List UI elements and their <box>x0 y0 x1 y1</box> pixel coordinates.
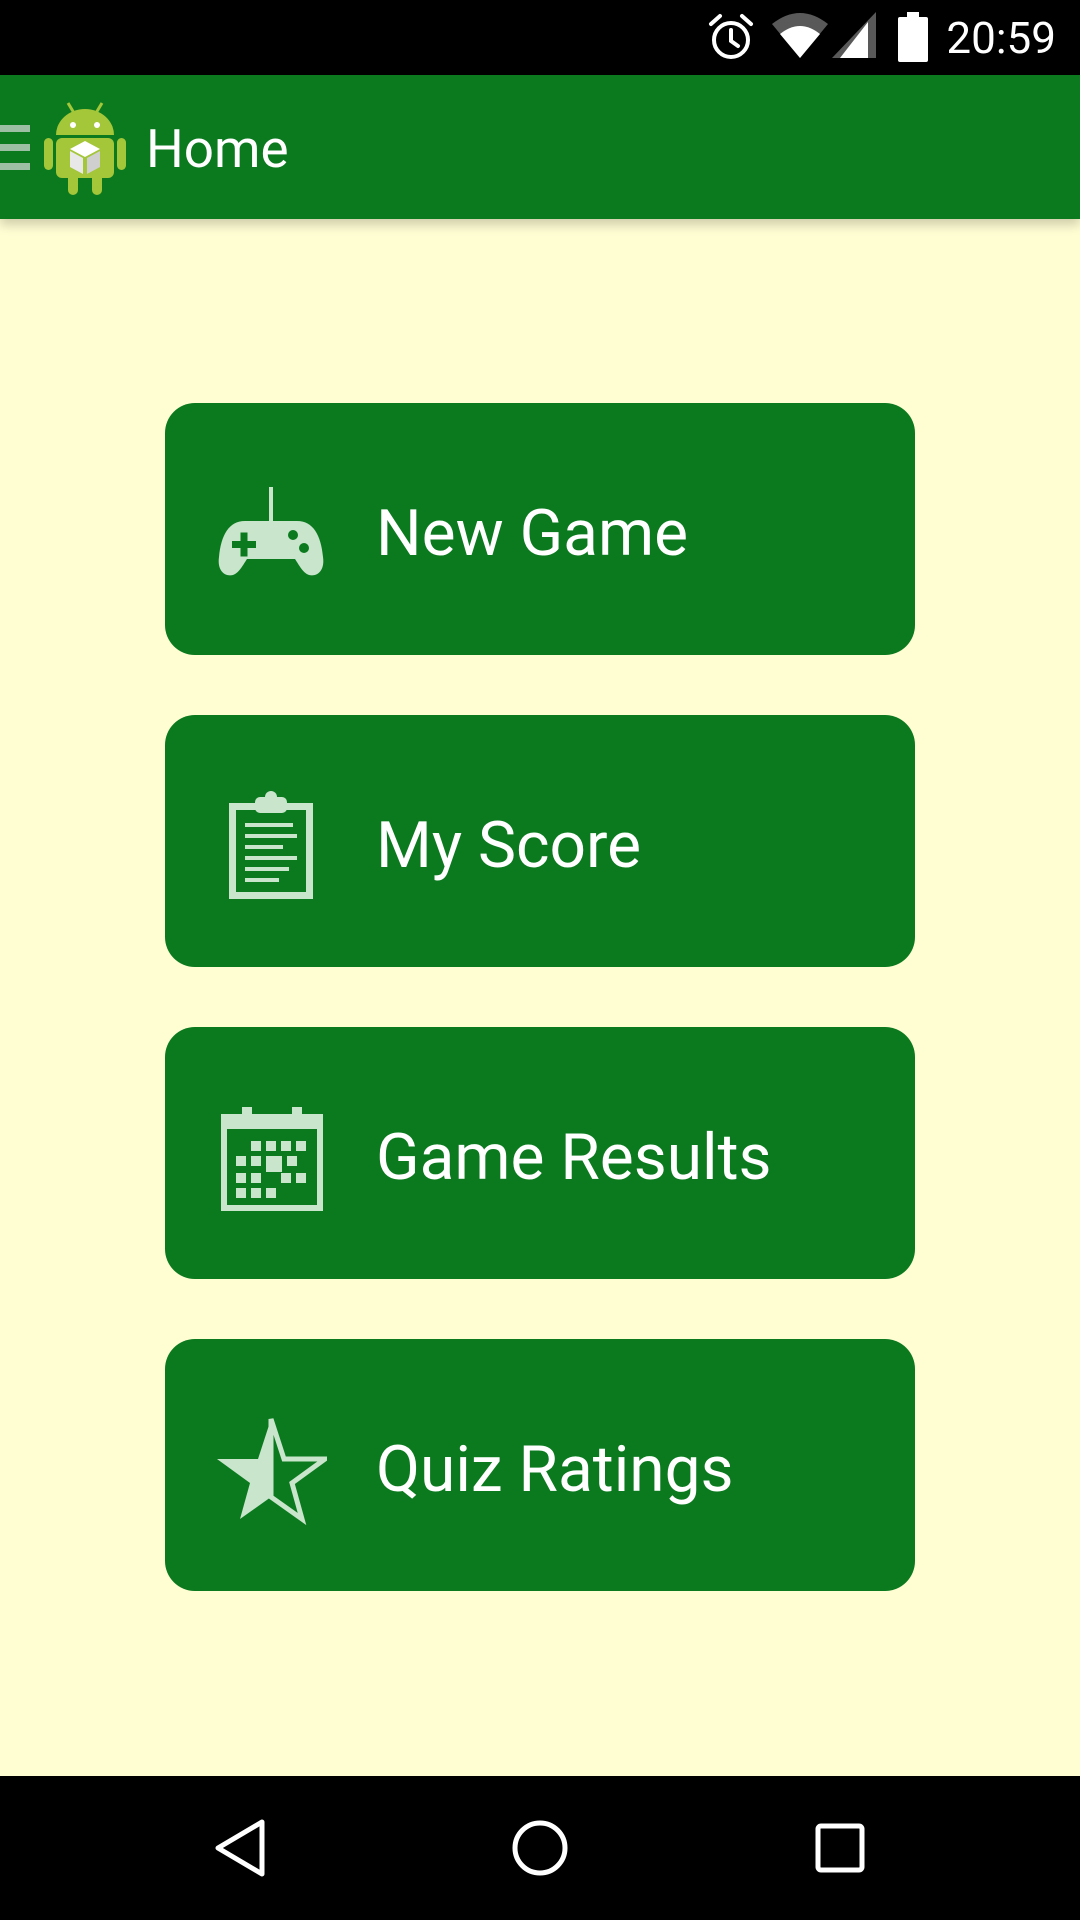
back-icon[interactable] <box>210 1816 270 1880</box>
clipboard-icon <box>229 791 313 899</box>
home-icon[interactable] <box>508 1816 572 1880</box>
my-score-label: My Score <box>376 808 642 883</box>
alarm-icon <box>709 14 753 59</box>
half-star-icon <box>217 1418 327 1526</box>
my-score-button[interactable]: My Score <box>165 715 915 967</box>
app-bar: Home <box>0 75 1080 219</box>
battery-icon <box>898 12 928 62</box>
calendar-icon <box>221 1107 323 1211</box>
cell-signal-icon <box>832 12 876 58</box>
new-game-label: New Game <box>376 496 689 571</box>
home-screen: 20:59 Home New Game My Score Game Result… <box>0 0 1080 1920</box>
recents-icon[interactable] <box>812 1816 868 1880</box>
navigation-bar <box>0 1776 1080 1920</box>
status-time: 20:59 <box>946 12 1056 64</box>
quiz-ratings-label: Quiz Ratings <box>376 1432 734 1507</box>
android-robot-logo[interactable] <box>44 97 126 195</box>
status-bar: 20:59 <box>0 0 1080 75</box>
hamburger-icon[interactable] <box>0 125 30 171</box>
page-title: Home <box>146 118 289 180</box>
gamepad-icon <box>218 487 324 576</box>
game-results-button[interactable]: Game Results <box>165 1027 915 1279</box>
wifi-icon <box>772 13 828 58</box>
new-game-button[interactable]: New Game <box>165 403 915 655</box>
quiz-ratings-button[interactable]: Quiz Ratings <box>165 1339 915 1591</box>
game-results-label: Game Results <box>376 1120 772 1195</box>
